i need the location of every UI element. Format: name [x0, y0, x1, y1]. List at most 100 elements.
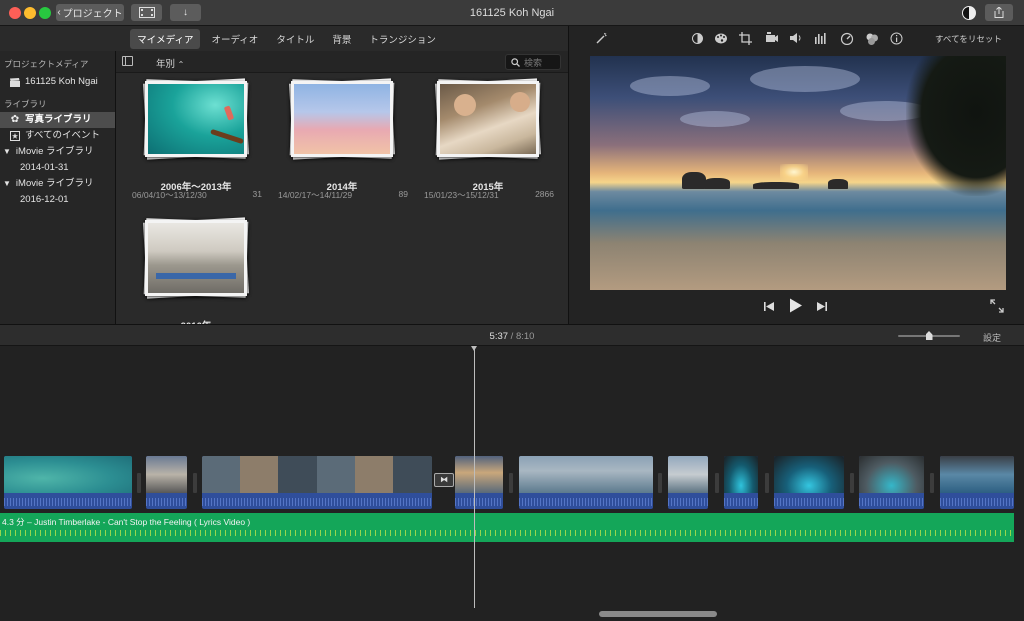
video-clip[interactable] — [724, 456, 758, 509]
sidebar-item-project[interactable]: 161125 Koh Ngai — [0, 74, 115, 90]
video-preview[interactable] — [590, 56, 1006, 290]
video-clip[interactable] — [4, 456, 132, 509]
sidebar-item-photos-library[interactable]: ✿ 写真ライブラリ — [0, 112, 115, 128]
clapperboard-icon — [10, 77, 20, 87]
album-count: 2866 — [535, 189, 554, 199]
audio-waveform — [0, 530, 1014, 536]
crop-icon[interactable] — [739, 32, 752, 45]
timecode-display: 5:37 / 8:10 — [0, 331, 1024, 342]
timeline-settings-button[interactable]: 設定 — [983, 331, 1001, 344]
timeline-horizontal-scrollbar[interactable] — [599, 611, 717, 617]
project-media-header: プロジェクトメディア — [4, 59, 89, 69]
time-separator: / — [510, 331, 514, 342]
search-placeholder: 検索 — [524, 57, 543, 68]
album-dates: 14/02/17〜14/11/29 — [278, 190, 353, 200]
video-clip[interactable] — [859, 456, 924, 509]
album-dates: 06/04/10〜13/12/30 — [132, 190, 207, 200]
tab-transitions[interactable]: トランジション — [362, 29, 443, 49]
disclosure-triangle-icon[interactable]: ▼ — [3, 176, 11, 192]
timeline[interactable]: ⧓ 4.3 分 – Justin Timberlake - Can't Stop… — [0, 346, 1024, 621]
video-clip[interactable] — [202, 456, 432, 509]
sidebar-item-label: iMovie ライブラリ — [15, 178, 94, 189]
photos-icon: ✿ — [10, 114, 20, 125]
star-icon — [10, 131, 20, 141]
album-2006-2013[interactable]: 2006年〜2013年 06/04/10〜13/12/30 31 — [116, 78, 262, 200]
sidebar-item-label: 2016-12-01 — [20, 194, 69, 205]
album-count: 31 — [252, 189, 262, 199]
color-balance-icon[interactable] — [691, 32, 704, 45]
playhead[interactable] — [471, 346, 477, 608]
timeline-header: 5:37 / 8:10 設定 — [0, 324, 1024, 346]
sidebar-item-imovie-library-2[interactable]: ▼ iMovie ライブラリ — [0, 176, 115, 192]
share-icon — [994, 7, 1004, 18]
sidebar-item-label: 写真ライブラリ — [25, 114, 92, 125]
sidebar-item-label: iMovie ライブラリ — [15, 146, 94, 157]
libraries-sidebar: プロジェクトメディア 161125 Koh Ngai ライブラリ ✿ 写真ライブ… — [0, 51, 116, 324]
clip-separator — [193, 473, 197, 493]
clip-separator — [658, 473, 662, 493]
transition-icon[interactable]: ⧓ — [434, 473, 454, 487]
total-time: 8:10 — [515, 331, 535, 342]
reset-all-button[interactable]: すべてをリセット — [935, 33, 1002, 45]
color-palette-icon[interactable] — [714, 32, 727, 45]
search-icon — [511, 57, 520, 67]
album-2015[interactable]: 2015年 15/01/23〜15/12/31 2866 — [408, 78, 554, 200]
sidebar-item-event-2016-12-01[interactable]: 2016-12-01 — [0, 192, 115, 208]
album-2014[interactable]: 2014年 14/02/17〜14/11/29 89 — [262, 78, 408, 200]
album-count: 89 — [398, 189, 408, 199]
sort-label: 年別 — [156, 59, 176, 70]
speedometer-icon[interactable] — [840, 32, 854, 46]
appearance-toggle-icon[interactable] — [962, 6, 976, 20]
clip-separator — [137, 473, 141, 493]
search-input[interactable]: 検索 — [505, 54, 561, 70]
library-header: ライブラリ — [4, 99, 47, 109]
current-time: 5:37 — [489, 331, 509, 342]
video-effects-icon[interactable] — [865, 32, 878, 45]
adjustments-toolbar: すべてをリセット — [569, 26, 1024, 51]
media-browser-tabs: マイメディア オーディオ タイトル 背景 トランジション — [0, 26, 568, 51]
window-titlebar: ‹ プロジェクト ↓ 161125 Koh Ngai — [0, 0, 1024, 26]
album-thumbnail — [145, 81, 247, 157]
tab-my-media[interactable]: マイメディア — [130, 28, 201, 49]
sidebar-item-imovie-library-1[interactable]: ▼ iMovie ライブラリ — [0, 144, 115, 160]
tab-backgrounds[interactable]: 背景 — [325, 29, 358, 49]
video-clip[interactable] — [668, 456, 708, 509]
stabilization-camera-icon[interactable] — [765, 32, 778, 45]
video-clip[interactable] — [940, 456, 1014, 509]
tab-titles[interactable]: タイトル — [269, 29, 321, 49]
album-thumbnail — [291, 81, 393, 157]
magic-wand-icon[interactable] — [595, 32, 608, 45]
share-button[interactable] — [985, 4, 1013, 21]
browser-toolbar: 年別 ⌃ 検索 — [116, 51, 568, 73]
timeline-zoom-slider[interactable] — [898, 331, 960, 340]
sidebar-item-event-2014-01-31[interactable]: 2014-01-31 — [0, 160, 115, 176]
album-dates: 15/01/23〜15/12/31 — [424, 190, 499, 200]
info-icon[interactable] — [890, 32, 903, 45]
skip-back-icon[interactable] — [764, 301, 775, 315]
window-title: 161125 Koh Ngai — [469, 7, 555, 19]
volume-icon[interactable] — [789, 32, 802, 45]
album-2016[interactable]: 2016年 — [116, 217, 256, 338]
sort-by-select[interactable]: 年別 ⌃ — [156, 56, 184, 70]
play-icon[interactable] — [789, 298, 803, 316]
sidebar-item-label: すべてのイベント — [25, 130, 100, 141]
sidebar-toggle-icon[interactable] — [122, 56, 133, 66]
sidebar-item-all-events[interactable]: すべてのイベント — [0, 128, 115, 144]
background-music-track[interactable]: 4.3 分 – Justin Timberlake - Can't Stop t… — [0, 513, 1014, 542]
album-thumbnail — [145, 220, 247, 296]
disclosure-triangle-icon[interactable]: ▼ — [3, 144, 11, 160]
equalizer-icon[interactable] — [814, 32, 827, 45]
music-track-label: 4.3 分 – Justin Timberlake - Can't Stop t… — [2, 517, 251, 527]
album-thumbnail — [437, 81, 539, 157]
video-clip[interactable] — [455, 456, 503, 509]
sidebar-item-label: 161125 Koh Ngai — [25, 76, 98, 87]
clip-separator — [850, 473, 854, 493]
video-clip[interactable] — [519, 456, 653, 509]
sidebar-item-label: 2014-01-31 — [20, 162, 69, 173]
tab-audio[interactable]: オーディオ — [204, 29, 265, 49]
fullscreen-icon[interactable] — [990, 299, 1004, 313]
video-clip[interactable] — [774, 456, 844, 509]
skip-forward-icon[interactable] — [816, 301, 827, 315]
clip-separator — [509, 473, 513, 493]
video-clip[interactable] — [146, 456, 187, 509]
